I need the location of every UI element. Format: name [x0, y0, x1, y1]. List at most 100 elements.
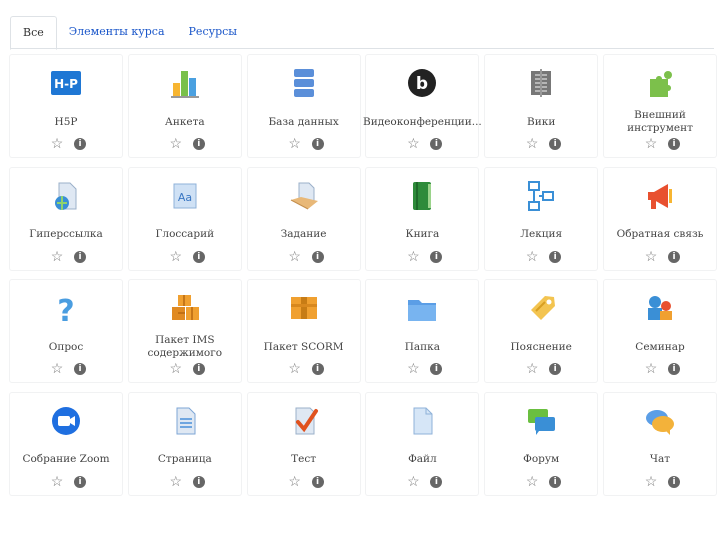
h5p-icon: H-P: [48, 65, 84, 101]
module-tile[interactable]: Пояснение ☆ i: [485, 280, 598, 382]
info-icon[interactable]: i: [311, 250, 324, 263]
star-icon[interactable]: ☆: [644, 137, 658, 151]
svg-text:Aa: Aa: [178, 191, 192, 204]
info-icon[interactable]: i: [192, 250, 205, 263]
chat-icon: [642, 403, 678, 439]
module-name: Собрание Zoom: [22, 453, 110, 465]
info-icon[interactable]: i: [668, 363, 680, 375]
star-icon[interactable]: ☆: [406, 137, 420, 151]
info-icon[interactable]: i: [549, 138, 562, 150]
module-tile[interactable]: Тест ☆ i: [247, 392, 360, 495]
glossary-icon: Aa: [167, 178, 203, 214]
info-icon[interactable]: i: [311, 363, 324, 375]
info-icon[interactable]: i: [74, 138, 86, 150]
info-icon[interactable]: i: [668, 250, 680, 263]
info-icon[interactable]: i: [549, 250, 562, 263]
module-tile[interactable]: Лекция ☆ i: [485, 167, 598, 270]
star-icon[interactable]: ☆: [288, 250, 302, 264]
star-icon[interactable]: ☆: [525, 362, 539, 376]
star-icon[interactable]: ☆: [406, 475, 420, 489]
ims-package-icon: [167, 290, 203, 326]
star-icon[interactable]: ☆: [288, 475, 302, 489]
module-tile[interactable]: Обратная связь ☆ i: [604, 167, 716, 270]
info-icon[interactable]: i: [192, 138, 205, 150]
module-tile[interactable]: Страница ☆ i: [128, 392, 241, 495]
module-tile[interactable]: b Видеоконференции... ☆ i: [363, 55, 482, 157]
info-icon[interactable]: i: [192, 475, 205, 488]
tab-activities[interactable]: Элементы курса: [57, 16, 177, 48]
info-icon[interactable]: i: [430, 475, 443, 488]
star-icon[interactable]: ☆: [525, 475, 539, 489]
workshop-icon: [642, 290, 678, 326]
module-tile[interactable]: Семинар ☆ i: [604, 280, 716, 382]
module-tile[interactable]: Анкета ☆ i: [128, 55, 241, 157]
star-icon[interactable]: ☆: [406, 362, 420, 376]
module-tile[interactable]: H-P H5P ☆ i: [10, 55, 122, 157]
tab-all[interactable]: Все: [10, 16, 57, 50]
tab-resources[interactable]: Ресурсы: [177, 16, 250, 48]
star-icon[interactable]: ☆: [644, 362, 658, 376]
zoom-icon: [48, 403, 84, 439]
star-icon[interactable]: ☆: [50, 362, 64, 376]
star-icon[interactable]: ☆: [50, 137, 64, 151]
info-icon[interactable]: i: [74, 250, 86, 263]
module-tile[interactable]: ? Опрос ☆ i: [10, 280, 122, 382]
module-name: Пакет SCORM: [263, 340, 344, 353]
star-icon[interactable]: ☆: [288, 137, 302, 151]
module-tile[interactable]: Aa Глоссарий ☆ i: [128, 167, 241, 270]
info-icon[interactable]: i: [74, 363, 86, 375]
star-icon[interactable]: ☆: [406, 250, 420, 264]
module-name: Внешний инструмент: [627, 109, 693, 134]
module-tile[interactable]: Внешний инструмент ☆ i: [604, 55, 716, 157]
star-icon[interactable]: ☆: [525, 137, 539, 151]
star-icon[interactable]: ☆: [50, 475, 64, 489]
scorm-package-icon: [286, 290, 322, 326]
info-icon[interactable]: i: [549, 475, 562, 488]
star-icon[interactable]: ☆: [644, 250, 658, 264]
module-tile[interactable]: Пакет IMS содержимого ☆ i: [128, 280, 241, 382]
module-name: Пакет IMS содержимого: [147, 334, 223, 359]
info-icon[interactable]: i: [311, 475, 324, 488]
info-icon[interactable]: i: [668, 138, 680, 150]
star-icon[interactable]: ☆: [644, 475, 658, 489]
info-icon[interactable]: i: [311, 138, 324, 150]
star-icon[interactable]: ☆: [169, 362, 183, 376]
module-tile[interactable]: Папка ☆ i: [366, 280, 479, 382]
info-icon[interactable]: i: [430, 138, 443, 150]
module-tile[interactable]: Файл ☆ i: [366, 392, 479, 495]
star-icon[interactable]: ☆: [525, 250, 539, 264]
assignment-icon: [286, 178, 322, 214]
info-icon[interactable]: i: [668, 475, 680, 488]
svg-text:H-P: H-P: [54, 77, 78, 91]
module-tile[interactable]: Форум ☆ i: [485, 392, 598, 495]
module-name: Видеоконференции...: [363, 115, 482, 128]
module-tile[interactable]: Задание ☆ i: [247, 167, 360, 270]
module-tile[interactable]: Пакет SCORM ☆ i: [247, 280, 360, 382]
module-tile[interactable]: Чат ☆ i: [604, 392, 716, 495]
star-icon[interactable]: ☆: [169, 475, 183, 489]
module-name: Папка: [404, 340, 441, 353]
module-name: Гиперссылка: [29, 228, 103, 240]
module-tile[interactable]: База данных ☆ i: [247, 55, 360, 157]
info-icon[interactable]: i: [430, 250, 443, 263]
info-icon[interactable]: i: [192, 363, 205, 375]
label-tag-icon: [523, 290, 559, 326]
module-tile[interactable]: Собрание Zoom ☆ i: [10, 392, 122, 495]
info-icon[interactable]: i: [549, 363, 562, 375]
module-name: Пояснение: [510, 340, 572, 353]
module-name: Страница: [157, 453, 212, 465]
star-icon[interactable]: ☆: [169, 137, 183, 151]
module-name: H5P: [54, 115, 78, 128]
module-tile[interactable]: Вики ☆ i: [485, 55, 598, 157]
module-tile[interactable]: Гиперссылка ☆ i: [10, 167, 122, 270]
module-name: Чат: [649, 453, 671, 465]
info-icon[interactable]: i: [430, 363, 443, 375]
database-icon: [286, 65, 322, 101]
info-icon[interactable]: i: [74, 475, 86, 488]
svg-text:b: b: [416, 74, 428, 94]
star-icon[interactable]: ☆: [169, 250, 183, 264]
star-icon[interactable]: ☆: [50, 250, 64, 264]
megaphone-icon: [642, 178, 678, 214]
star-icon[interactable]: ☆: [288, 362, 302, 376]
module-tile[interactable]: Книга ☆ i: [366, 167, 479, 270]
